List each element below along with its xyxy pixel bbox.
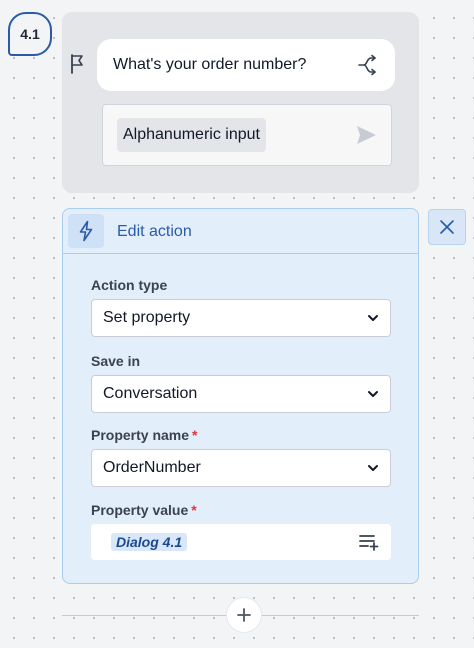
property-value-field[interactable]: Dialog 4.1 bbox=[91, 524, 391, 560]
step-label: 4.1 bbox=[20, 26, 40, 42]
save-in-label: Save in bbox=[91, 353, 141, 369]
send-icon bbox=[357, 126, 376, 144]
step-badge: 4.1 bbox=[8, 12, 52, 56]
chevron-down-icon bbox=[368, 315, 378, 321]
chevron-down-icon bbox=[368, 391, 378, 397]
dialog-card: What's your order number? Alphanumeric i… bbox=[62, 12, 419, 193]
question-bubble[interactable]: What's your order number? bbox=[71, 39, 395, 91]
property-value-label: Property value * bbox=[91, 502, 197, 518]
user-input-preview: Alphanumeric input bbox=[102, 104, 392, 166]
property-name-value: OrderNumber bbox=[103, 459, 201, 476]
property-name-label: Property name * bbox=[91, 427, 198, 443]
save-in-select[interactable]: Conversation bbox=[91, 375, 391, 413]
add-step-button[interactable] bbox=[227, 598, 261, 632]
close-button[interactable] bbox=[428, 209, 466, 245]
close-icon bbox=[440, 220, 454, 234]
property-name-select[interactable]: OrderNumber bbox=[91, 449, 391, 487]
chevron-down-icon bbox=[368, 465, 378, 471]
flag-icon bbox=[71, 54, 83, 74]
save-in-value: Conversation bbox=[103, 385, 198, 402]
plus-icon bbox=[237, 608, 251, 622]
branch-icon[interactable] bbox=[357, 54, 377, 76]
bolt-icon bbox=[79, 220, 93, 242]
edit-action-header: Edit action bbox=[63, 209, 418, 254]
input-type-chip: Alphanumeric input bbox=[117, 118, 266, 152]
edit-action-panel: Edit action Action type Set property Sav… bbox=[62, 208, 419, 584]
bolt-icon-box bbox=[68, 214, 104, 248]
required-marker: * bbox=[191, 502, 197, 518]
edit-action-title: Edit action bbox=[117, 223, 192, 240]
property-value-chip[interactable]: Dialog 4.1 bbox=[111, 533, 188, 551]
action-type-select[interactable]: Set property bbox=[91, 299, 391, 337]
action-type-value: Set property bbox=[103, 309, 191, 326]
list-add-icon[interactable] bbox=[359, 533, 379, 551]
required-marker: * bbox=[192, 427, 198, 443]
question-text: What's your order number? bbox=[113, 56, 307, 73]
action-type-label: Action type bbox=[91, 277, 168, 293]
